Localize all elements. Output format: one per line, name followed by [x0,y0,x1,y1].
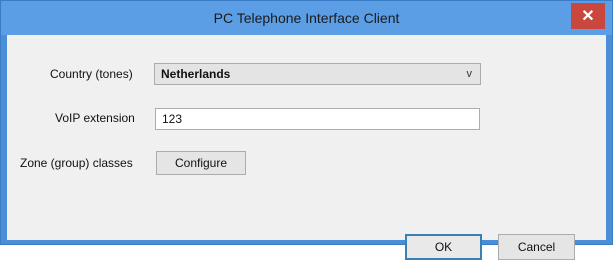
voip-extension-input[interactable] [155,108,480,130]
voip-extension-label: VoIP extension [55,111,135,125]
cancel-button[interactable]: Cancel [498,234,575,260]
chevron-down-icon: v [466,68,473,80]
country-label: Country (tones) [50,67,133,81]
dialog-body: Country (tones) Netherlands v VoIP exten… [7,35,606,260]
close-button[interactable]: ✕ [571,3,605,29]
close-icon: ✕ [581,8,595,25]
country-select[interactable]: Netherlands v [154,63,481,85]
zone-classes-label: Zone (group) classes [20,156,133,170]
dialog-window: PC Telephone Interface Client ✕ Country … [0,0,613,260]
configure-button[interactable]: Configure [156,151,246,175]
window-title: PC Telephone Interface Client [213,10,400,26]
title-bar: PC Telephone Interface Client ✕ [1,1,612,35]
country-selected-value: Netherlands [161,67,231,81]
ok-button[interactable]: OK [405,234,482,260]
